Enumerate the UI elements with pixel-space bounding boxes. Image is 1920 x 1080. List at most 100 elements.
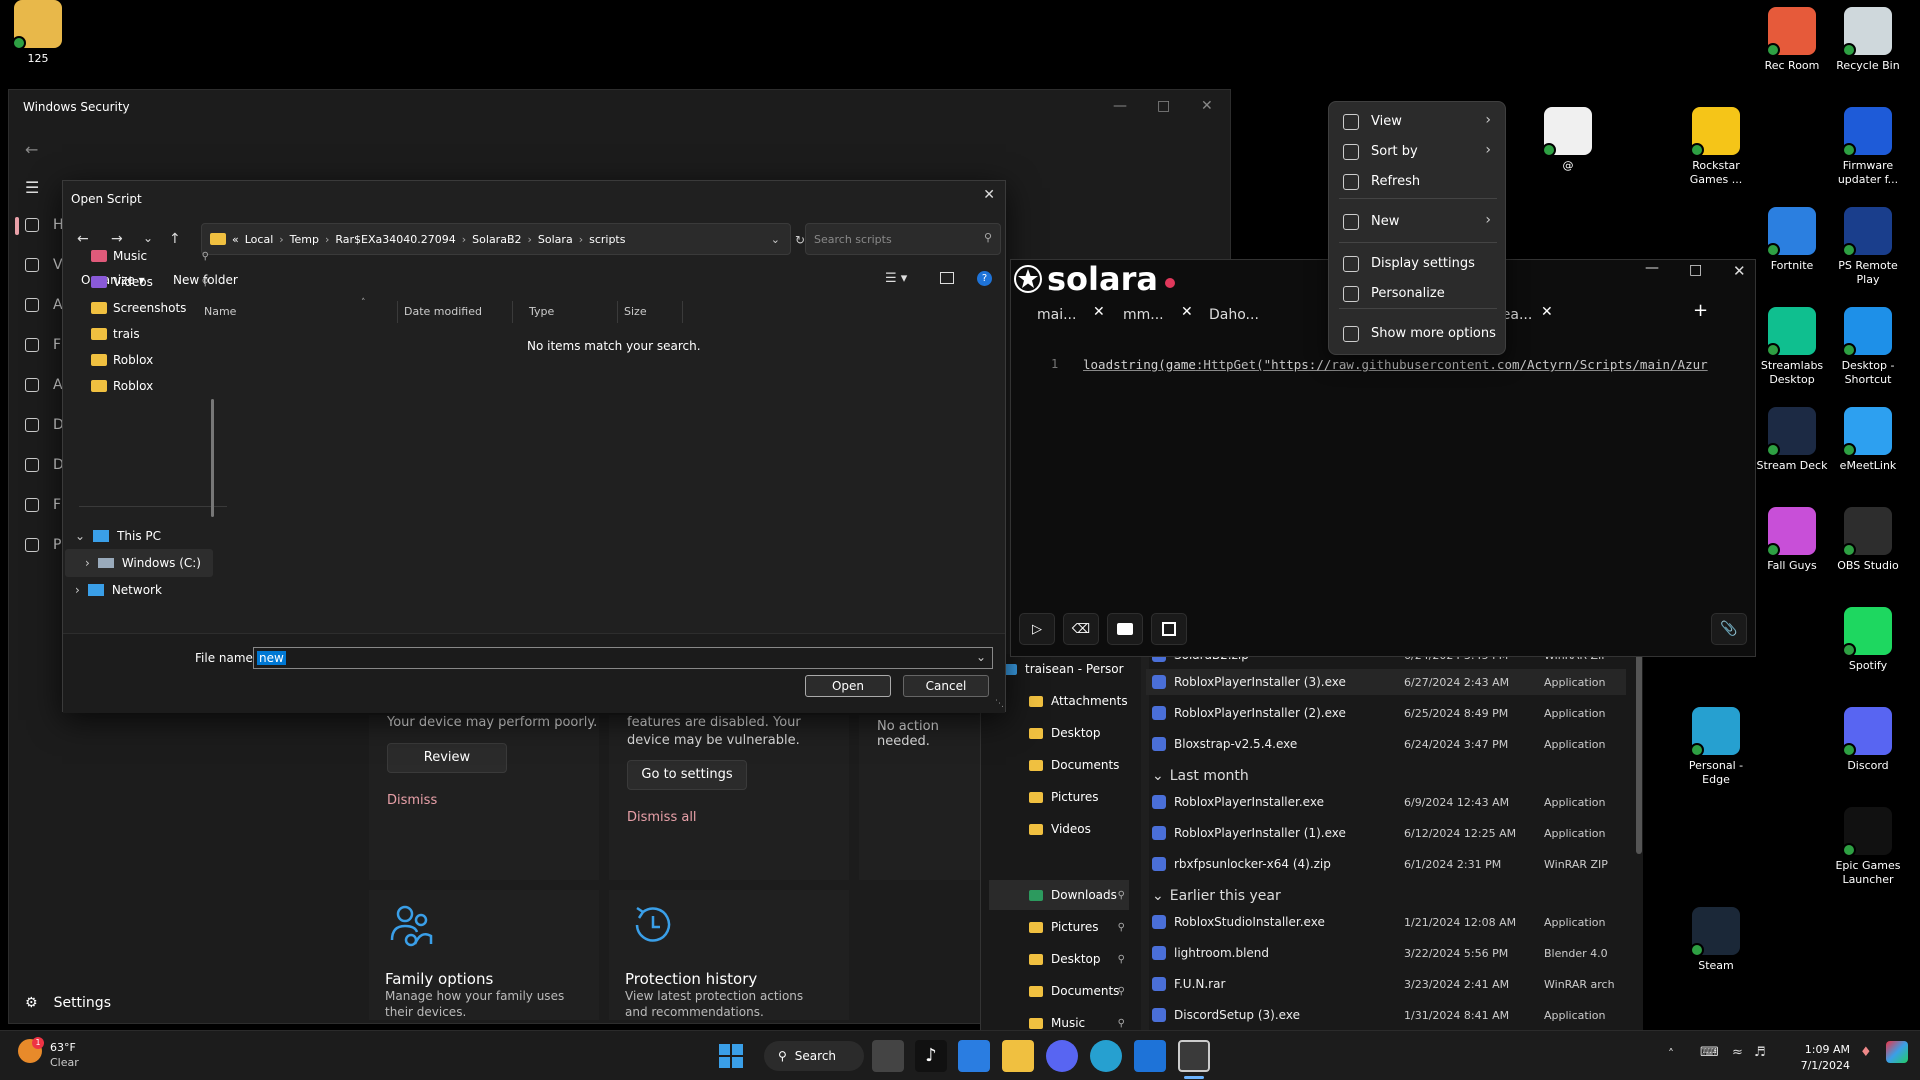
add-tab-button[interactable]: + (1693, 300, 1708, 321)
desktop-icon[interactable]: 125 (0, 0, 76, 66)
column-header[interactable]: Date modified (398, 301, 513, 323)
code-editor[interactable]: loadstring(game:HttpGet("https://raw.git… (1083, 357, 1733, 372)
settings-nav-item[interactable]: ⚙ Settings (25, 995, 111, 1011)
windows-c-node[interactable]: › Windows (C:) (85, 556, 201, 570)
chevron-down-icon[interactable]: ⌄ (771, 233, 780, 246)
path-segment[interactable]: Rar$EXa34040.27094 (335, 233, 455, 246)
explorer-nav-item[interactable]: Pictures (989, 782, 1129, 812)
attach-button[interactable]: 📎 (1711, 613, 1747, 645)
file-row[interactable]: Bloxstrap-v2.5.4.exe 6/24/2024 3:47 PM App… (1146, 731, 1626, 757)
help-icon[interactable]: ? (977, 271, 992, 286)
maximize-button[interactable]: □ (1157, 98, 1170, 114)
explorer-scrollbar[interactable] (1636, 654, 1642, 854)
desktop-icon[interactable]: Spotify (1830, 607, 1906, 673)
file-row[interactable]: RobloxPlayerInstaller (2).exe 6/25/2024 8… (1146, 700, 1626, 726)
refresh-icon[interactable]: ↻ (795, 233, 805, 247)
hamburger-menu-icon[interactable]: ☰ (25, 178, 39, 197)
explorer-nav-item[interactable]: Videos (989, 814, 1129, 844)
close-tab-icon[interactable]: ✕ (1541, 304, 1553, 320)
path-segment[interactable]: SolaraB2 (472, 233, 521, 246)
path-segment[interactable]: Solara (538, 233, 573, 246)
dismiss-link[interactable]: Dismiss (387, 793, 437, 808)
desktop-icon[interactable]: Fortnite (1754, 207, 1830, 273)
desktop-icon[interactable]: Rockstar Games ... (1678, 107, 1754, 187)
file-group-header[interactable]: ⌄ Earlier this year (1152, 888, 1281, 904)
protection-history-card[interactable]: Protection history View latest protectio… (609, 890, 849, 1020)
file-row[interactable]: DiscordSetup (3).exe 1/31/2024 8:41 AM App… (1146, 1002, 1626, 1028)
review-button[interactable]: Review (387, 743, 507, 773)
clear-button[interactable]: ⌫ (1063, 613, 1099, 645)
family-options-card[interactable]: Family options Manage how your family us… (369, 890, 599, 1020)
column-header[interactable]: Type (523, 301, 618, 323)
maximize-button[interactable]: □ (1689, 262, 1702, 278)
dismiss-all-link[interactable]: Dismiss all (627, 810, 697, 825)
desktop-icon[interactable]: Discord (1830, 707, 1906, 773)
wifi-icon[interactable]: ≈ (1732, 1045, 1743, 1060)
column-header[interactable]: Name (198, 301, 398, 323)
close-tab-icon[interactable]: ✕ (1093, 304, 1105, 320)
dialog-close-button[interactable]: ✕ (983, 187, 995, 203)
context-menu-item[interactable]: View › (1329, 106, 1505, 136)
file-group-header[interactable]: ⌄ Last month (1152, 768, 1249, 784)
windows-security-icon[interactable] (1134, 1040, 1166, 1072)
this-pc-node[interactable]: ⌄ This PC (75, 529, 161, 543)
keyboard-icon[interactable]: ⌨ (1700, 1045, 1719, 1060)
desktop-icon[interactable]: Stream Deck (1754, 407, 1830, 473)
execute-button[interactable]: ▷ (1019, 613, 1055, 645)
clock-time[interactable]: 1:09 AM (1770, 1043, 1850, 1056)
file-row[interactable]: RobloxPlayerInstaller (3).exe 6/27/2024 2… (1146, 669, 1626, 695)
desktop-icon[interactable]: Desktop - Shortcut (1830, 307, 1906, 387)
search-scripts-input[interactable]: Search scripts ⚲ (805, 223, 1001, 255)
desktop-icon[interactable]: Steam (1678, 907, 1754, 973)
cancel-button[interactable]: Cancel (903, 675, 989, 697)
start-button[interactable] (715, 1040, 747, 1072)
path-segment[interactable]: Temp (290, 233, 319, 246)
close-button[interactable]: ✕ (1201, 98, 1213, 114)
script-tab[interactable]: Daho... (1209, 300, 1259, 330)
close-button[interactable]: ✕ (1733, 262, 1746, 280)
tiktok-icon[interactable]: ♪ (915, 1040, 947, 1072)
quick-access-item[interactable]: Videos ⚲ (65, 269, 215, 295)
resize-grip-icon[interactable]: ⋱ (995, 699, 1004, 709)
desktop-icon[interactable]: PS Remote Play (1830, 207, 1906, 287)
edge-icon[interactable] (1090, 1040, 1122, 1072)
context-menu-item[interactable]: Personalize (1329, 278, 1505, 308)
desktop-icon[interactable]: Recycle Bin (1830, 7, 1906, 73)
explorer-nav-item[interactable]: Pictures ⚲ (989, 912, 1129, 942)
task-view-icon[interactable] (872, 1040, 904, 1072)
desktop-icon[interactable]: Streamlabs Desktop (1754, 307, 1830, 387)
desktop-icon[interactable]: Rec Room (1754, 7, 1830, 73)
context-menu-item[interactable]: New › (1329, 206, 1505, 236)
file-row[interactable]: RobloxPlayerInstaller.exe 6/9/2024 12:43 … (1146, 789, 1626, 815)
explorer-nav-item[interactable]: Desktop (989, 718, 1129, 748)
file-name-input[interactable]: new ⌄ (253, 647, 993, 669)
quick-access-item[interactable]: Music ⚲ (65, 243, 215, 269)
column-header[interactable]: Size (618, 301, 683, 323)
close-tab-icon[interactable]: ✕ (1181, 304, 1193, 320)
context-menu-item[interactable]: Display settings (1329, 248, 1505, 278)
save-button[interactable] (1151, 613, 1187, 645)
file-explorer-icon[interactable] (1002, 1040, 1034, 1072)
quick-access-item[interactable]: Roblox (65, 373, 215, 399)
context-menu-item[interactable]: Sort by › (1329, 136, 1505, 166)
network-node[interactable]: › Network (75, 583, 162, 597)
context-menu-item[interactable]: Show more options (1329, 318, 1505, 348)
path-segment[interactable]: « (232, 233, 239, 246)
desktop-icon[interactable]: Firmware updater f... (1830, 107, 1906, 187)
volume-icon[interactable]: ♬ (1754, 1045, 1766, 1060)
script-tab[interactable]: mm... (1123, 300, 1164, 330)
solara-taskbar-icon[interactable] (1178, 1040, 1210, 1072)
back-arrow-icon[interactable]: ← (25, 140, 38, 159)
explorer-nav-item[interactable]: Desktop ⚲ (989, 944, 1129, 974)
store-icon[interactable] (958, 1040, 990, 1072)
quick-access-item[interactable]: Screenshots (65, 295, 215, 321)
view-options-icon[interactable]: ☰ ▾ (885, 271, 919, 286)
explorer-nav-item[interactable]: Documents ⚲ (989, 976, 1129, 1006)
desktop-icon[interactable]: Fall Guys (1754, 507, 1830, 573)
minimize-button[interactable]: — (1113, 98, 1127, 114)
file-row[interactable]: rbxfpsunlocker-x64 (4).zip 6/1/2024 2:31 … (1146, 851, 1626, 877)
explorer-nav-item[interactable]: traisean - Persor (989, 654, 1129, 684)
file-row[interactable]: F.U.N.rar 3/23/2024 2:41 AM WinRAR arch (1146, 971, 1626, 997)
explorer-nav-item[interactable]: Attachments (989, 686, 1129, 716)
file-row[interactable]: RobloxPlayerInstaller (1).exe 6/12/2024 1… (1146, 820, 1626, 846)
